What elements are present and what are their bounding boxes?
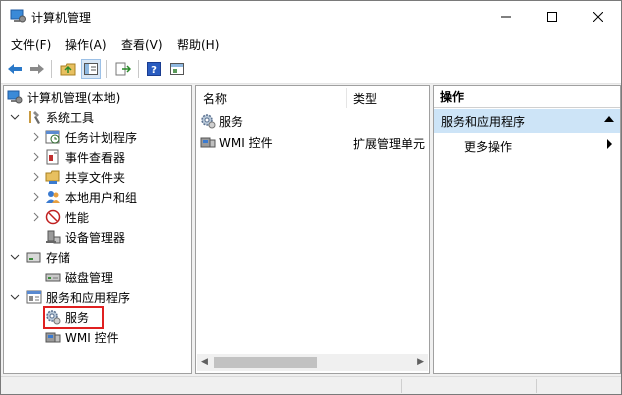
back-button[interactable] [5,59,25,79]
minimize-button[interactable] [483,1,529,32]
up-level-button[interactable] [58,59,78,79]
tree-item-services-apps[interactable]: 服务和应用程序 [26,287,130,307]
actions-section-services-apps[interactable]: 服务和应用程序 [434,109,620,133]
wmi-control-icon [45,329,61,345]
tree-item-task-scheduler[interactable]: 任务计划程序 [45,127,137,147]
toolbar: ? [1,54,621,84]
expand-chevron-icon[interactable] [31,132,41,142]
console-tree-pane: 计算机管理(本地) 系统工具 任务计划程序 事件查看器 共享文件夹 本地用户和组… [3,85,192,374]
disk-management-icon [45,269,61,285]
services-gear-icon [200,113,216,129]
tree-item-local-users[interactable]: 本地用户和组 [45,187,137,207]
tree-item-root[interactable]: 计算机管理(本地) [7,87,120,107]
list-item-name: WMI 控件 [219,135,273,150]
export-list-button[interactable] [113,59,133,79]
list-item-type: 扩展管理单元 [353,137,426,151]
help-icon: ? [147,62,161,76]
performance-icon [45,209,61,225]
event-viewer-icon [45,149,61,165]
expand-chevron-icon[interactable] [31,172,41,182]
properties-button[interactable] [167,59,187,79]
maximize-icon [547,11,557,22]
status-bar [1,376,621,394]
tree-label: 事件查看器 [65,150,126,165]
computer-management-window: 计算机管理 文件(F) 操作(A) 查看(V) 帮助(H) ? 计算机管理(本地… [0,0,622,395]
storage-icon [26,249,42,265]
actions-section-label: 服务和应用程序 [441,114,526,129]
tree-item-system-tools[interactable]: 系统工具 [26,107,94,127]
actions-header: 操作 [434,86,620,108]
tools-icon [26,109,42,125]
tree-label: 共享文件夹 [65,170,126,185]
scroll-right-icon[interactable]: ▶ [417,357,424,367]
tree-item-shared-folders[interactable]: 共享文件夹 [45,167,125,187]
menu-bar: 文件(F) 操作(A) 查看(V) 帮助(H) [1,32,621,54]
help-button[interactable]: ? [144,59,164,79]
wmi-control-icon [200,134,216,150]
scroll-left-icon[interactable]: ◀ [201,357,208,367]
submenu-arrow-icon [607,139,612,149]
folder-up-icon [60,63,76,76]
tree-label: 存储 [46,250,71,265]
services-apps-icon [26,289,42,305]
collapse-chevron-icon[interactable] [10,252,20,262]
expand-chevron-icon[interactable] [31,152,41,162]
shared-folder-icon [45,169,61,185]
tree-label: 本地用户和组 [65,190,138,205]
column-header-name[interactable]: 名称 [203,86,227,110]
export-list-icon [115,62,131,76]
title-bar: 计算机管理 [1,1,621,32]
tree-label: 系统工具 [46,110,95,125]
back-arrow-icon [8,64,22,74]
list-item-name: 服务 [219,114,244,129]
users-group-icon [45,189,61,205]
tree-item-wmi[interactable]: WMI 控件 [45,327,119,347]
forward-button[interactable] [27,59,47,79]
show-hide-tree-icon [84,63,98,75]
list-item[interactable]: 服务 [200,111,243,131]
collapse-triangle-icon[interactable] [604,116,614,122]
maximize-button[interactable] [529,1,575,32]
close-button[interactable] [575,1,621,32]
actions-pane: 操作 服务和应用程序 更多操作 [433,85,621,374]
tree-label: 性能 [65,210,90,225]
menu-help[interactable]: 帮助(H) [177,36,219,53]
forward-arrow-icon [30,64,44,74]
device-manager-icon [45,229,61,245]
tree-item-disk-management[interactable]: 磁盘管理 [45,267,113,287]
expand-chevron-icon[interactable] [31,212,41,222]
tree-label: 设备管理器 [65,230,126,245]
highlight-box [43,306,104,329]
menu-view[interactable]: 查看(V) [121,36,163,53]
menu-action[interactable]: 操作(A) [65,36,107,53]
computer-management-icon [10,9,26,23]
collapse-chevron-icon[interactable] [10,112,20,122]
tree-label: WMI 控件 [65,330,119,345]
results-list-pane: 名称 类型 服务 WMI 控件 扩展管理单元 ◀ ▶ [195,85,430,374]
tree-label: 计算机管理(本地) [27,90,121,105]
tree-label: 任务计划程序 [65,130,138,145]
tree-item-storage[interactable]: 存储 [26,247,70,267]
window-title: 计算机管理 [31,11,92,25]
more-actions-item[interactable]: 更多操作 [464,138,512,155]
minimize-icon [501,16,511,17]
scrollbar-thumb[interactable] [214,357,317,368]
computer-management-icon [7,89,23,105]
tree-item-device-manager[interactable]: 设备管理器 [45,227,125,247]
svg-text:?: ? [151,65,157,76]
tree-item-performance[interactable]: 性能 [45,207,89,227]
tree-item-event-viewer[interactable]: 事件查看器 [45,147,125,167]
expand-chevron-icon[interactable] [31,192,41,202]
tree-label: 磁盘管理 [65,270,114,285]
tree-label: 服务和应用程序 [46,290,131,305]
close-icon [593,11,603,22]
menu-file[interactable]: 文件(F) [11,36,51,53]
horizontal-scrollbar[interactable]: ◀ ▶ [197,354,428,371]
collapse-chevron-icon[interactable] [10,292,20,302]
column-header-type[interactable]: 类型 [353,86,377,110]
list-item[interactable]: WMI 控件 [200,132,273,152]
properties-icon [170,63,184,75]
show-hide-tree-button[interactable] [81,59,101,79]
task-scheduler-icon [45,129,61,145]
